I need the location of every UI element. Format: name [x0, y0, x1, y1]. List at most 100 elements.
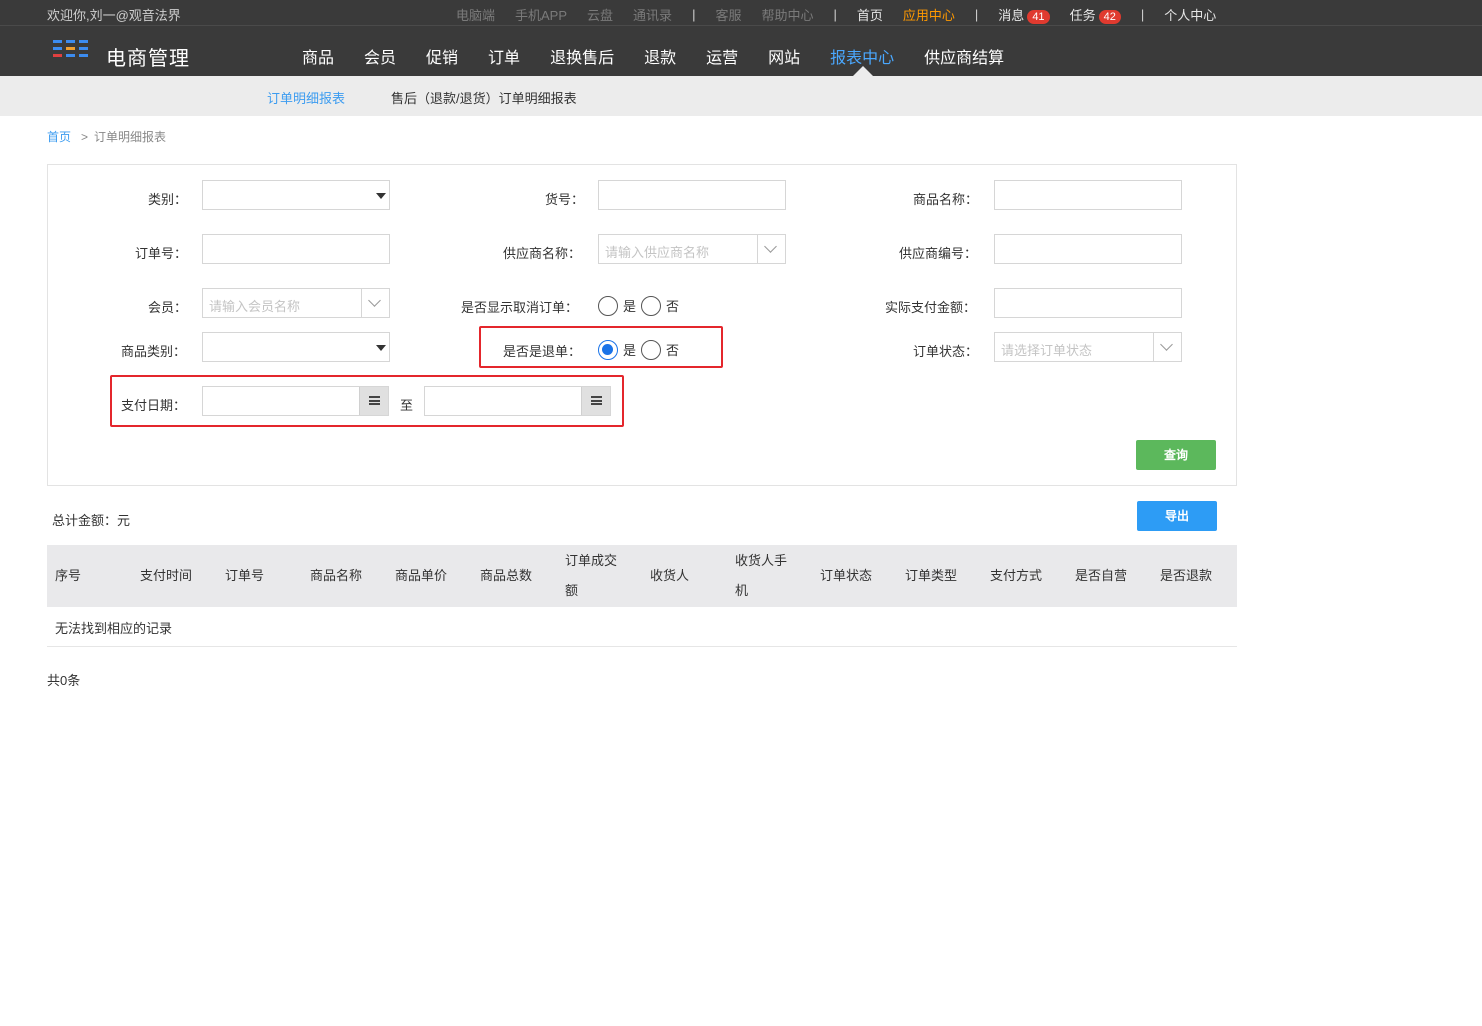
- breadcrumb-home[interactable]: 首页: [47, 130, 71, 144]
- tasks-label: 任务: [1069, 8, 1096, 23]
- is-refund-yes-text: 是: [623, 343, 637, 358]
- nav-after-sales[interactable]: 退换售后: [550, 44, 614, 68]
- category-label: 类别：: [148, 192, 188, 207]
- sku-label: 货号：: [545, 192, 585, 207]
- order-status-label: 订单状态：: [913, 344, 979, 359]
- total-amount-text: 总计金额：元: [52, 513, 131, 528]
- col-order-status: 订单状态: [820, 568, 873, 583]
- show-cancelled-no-text: 否: [666, 299, 680, 314]
- nav-operations[interactable]: 运营: [706, 44, 738, 68]
- supplier-code-input[interactable]: [994, 234, 1182, 264]
- nav-members[interactable]: 会员: [364, 44, 396, 68]
- product-category-select[interactable]: [202, 332, 390, 362]
- nav-promotions[interactable]: 促销: [426, 44, 458, 68]
- sku-input[interactable]: [598, 180, 786, 210]
- calendar-icon: [591, 396, 602, 406]
- link-contacts[interactable]: 通讯录: [633, 5, 672, 24]
- calendar-button[interactable]: [581, 387, 610, 415]
- col-order-no: 订单号: [225, 568, 265, 583]
- col-pay-method: 支付方式: [990, 568, 1043, 583]
- welcome-text: 欢迎你,刘一@观音法界: [47, 8, 181, 23]
- breadcrumb: 首页 > 订单明细报表: [47, 128, 166, 145]
- link-personal-center[interactable]: 个人中心: [1164, 5, 1216, 24]
- col-deal-amount-line2: 额: [565, 583, 579, 598]
- messages-badge: 41: [1027, 10, 1050, 24]
- pay-date-end-input[interactable]: [424, 386, 611, 416]
- link-app-center[interactable]: 应用中心: [903, 5, 955, 24]
- col-order-type: 订单类型: [905, 568, 958, 583]
- col-unit-price: 商品单价: [395, 568, 448, 583]
- calendar-button[interactable]: [359, 387, 388, 415]
- col-total-qty: 商品总数: [480, 568, 533, 583]
- chevron-down-icon: [764, 240, 777, 253]
- nav-products[interactable]: 商品: [302, 44, 334, 68]
- subnav-after-sales-report[interactable]: 售后（退款/退货）订单明细报表: [391, 88, 577, 107]
- is-refund-no-radio[interactable]: [641, 340, 661, 360]
- product-name-label: 商品名称：: [913, 192, 979, 207]
- member-label: 会员：: [148, 300, 188, 315]
- member-placeholder: 请输入会员名称: [209, 299, 301, 314]
- col-receiver: 收货人: [650, 568, 690, 583]
- link-mobile-app[interactable]: 手机APP: [515, 5, 567, 24]
- member-combobox[interactable]: 请输入会员名称: [202, 288, 390, 318]
- dropdown-arrow-icon: [376, 193, 386, 199]
- separator: |: [833, 7, 837, 22]
- actual-paid-input[interactable]: [994, 288, 1182, 318]
- show-cancelled-no-radio[interactable]: [641, 296, 661, 316]
- order-no-label: 订单号：: [135, 246, 188, 261]
- nav-orders[interactable]: 订单: [488, 44, 520, 68]
- nav-website[interactable]: 网站: [768, 44, 800, 68]
- utility-bar: 欢迎你,刘一@观音法界 电脑端 手机APP 云盘 通讯录 | 客服 帮助中心 |…: [0, 0, 1482, 26]
- chevron-down-icon: [368, 294, 381, 307]
- export-button[interactable]: 导出: [1137, 501, 1217, 531]
- main-nav: 商品 会员 促销 订单 退换售后 退款 运营 网站 报表中心 供应商结算: [302, 44, 1034, 68]
- table-empty-row: 无法找到相应的记录: [47, 607, 1237, 647]
- link-customer-service[interactable]: 客服: [715, 5, 741, 24]
- nav-refunds[interactable]: 退款: [644, 44, 676, 68]
- order-status-combobox[interactable]: 请选择订单状态: [994, 332, 1182, 362]
- show-cancelled-yes-radio[interactable]: [598, 296, 618, 316]
- member-dropdown-toggle[interactable]: [361, 289, 389, 317]
- breadcrumb-arrow: >: [81, 130, 89, 144]
- supplier-dropdown-toggle[interactable]: [757, 235, 785, 263]
- chevron-down-icon: [1160, 338, 1173, 351]
- col-is-refunded: 是否退款: [1160, 568, 1213, 583]
- order-status-dropdown-toggle[interactable]: [1153, 333, 1181, 361]
- supplier-name-placeholder: 请输入供应商名称: [605, 245, 710, 260]
- brand-title: 电商管理: [106, 48, 190, 70]
- calendar-icon: [369, 396, 380, 406]
- link-messages[interactable]: 消息 41: [998, 5, 1050, 24]
- is-refund-yes-radio[interactable]: [598, 340, 618, 360]
- pay-date-label: 支付日期：: [121, 398, 187, 413]
- link-cloud-disk[interactable]: 云盘: [587, 5, 613, 24]
- separator: |: [1140, 7, 1145, 22]
- breadcrumb-current: 订单明细报表: [94, 130, 167, 144]
- dropdown-arrow-icon: [376, 345, 386, 351]
- link-home[interactable]: 首页: [857, 5, 883, 24]
- link-help-center[interactable]: 帮助中心: [761, 5, 813, 24]
- link-desktop[interactable]: 电脑端: [456, 5, 495, 24]
- record-count: 共0条: [47, 673, 81, 688]
- nav-report-center[interactable]: 报表中心: [830, 44, 894, 68]
- link-tasks[interactable]: 任务 42: [1070, 5, 1121, 24]
- show-cancelled-yes-text: 是: [623, 299, 637, 314]
- product-name-input[interactable]: [994, 180, 1182, 210]
- col-receiver-phone-line1: 收货人手: [735, 553, 788, 568]
- product-category-label: 商品类别：: [121, 344, 187, 359]
- col-self-operated: 是否自营: [1075, 568, 1128, 583]
- subnav-order-detail-report[interactable]: 订单明细报表: [267, 88, 345, 107]
- category-select[interactable]: [202, 180, 390, 210]
- nav-supplier-settlement[interactable]: 供应商结算: [924, 44, 1004, 68]
- separator: |: [974, 7, 979, 22]
- is-refund-label: 是否是退单：: [503, 344, 582, 359]
- empty-message: 无法找到相应的记录: [55, 621, 173, 636]
- supplier-name-combobox[interactable]: 请输入供应商名称: [598, 234, 786, 264]
- app-grid-icon[interactable]: [53, 40, 93, 62]
- order-no-input[interactable]: [202, 234, 390, 264]
- messages-label: 消息: [998, 8, 1025, 23]
- supplier-name-label: 供应商名称：: [503, 246, 582, 261]
- pay-date-start-input[interactable]: [202, 386, 389, 416]
- top-header: 欢迎你,刘一@观音法界 电脑端 手机APP 云盘 通讯录 | 客服 帮助中心 |…: [0, 0, 1482, 76]
- table-header: 序号 支付时间 订单号 商品名称 商品单价 商品总数 订单成交 额 收货人 收货…: [47, 545, 1237, 607]
- query-button[interactable]: 查询: [1136, 440, 1216, 470]
